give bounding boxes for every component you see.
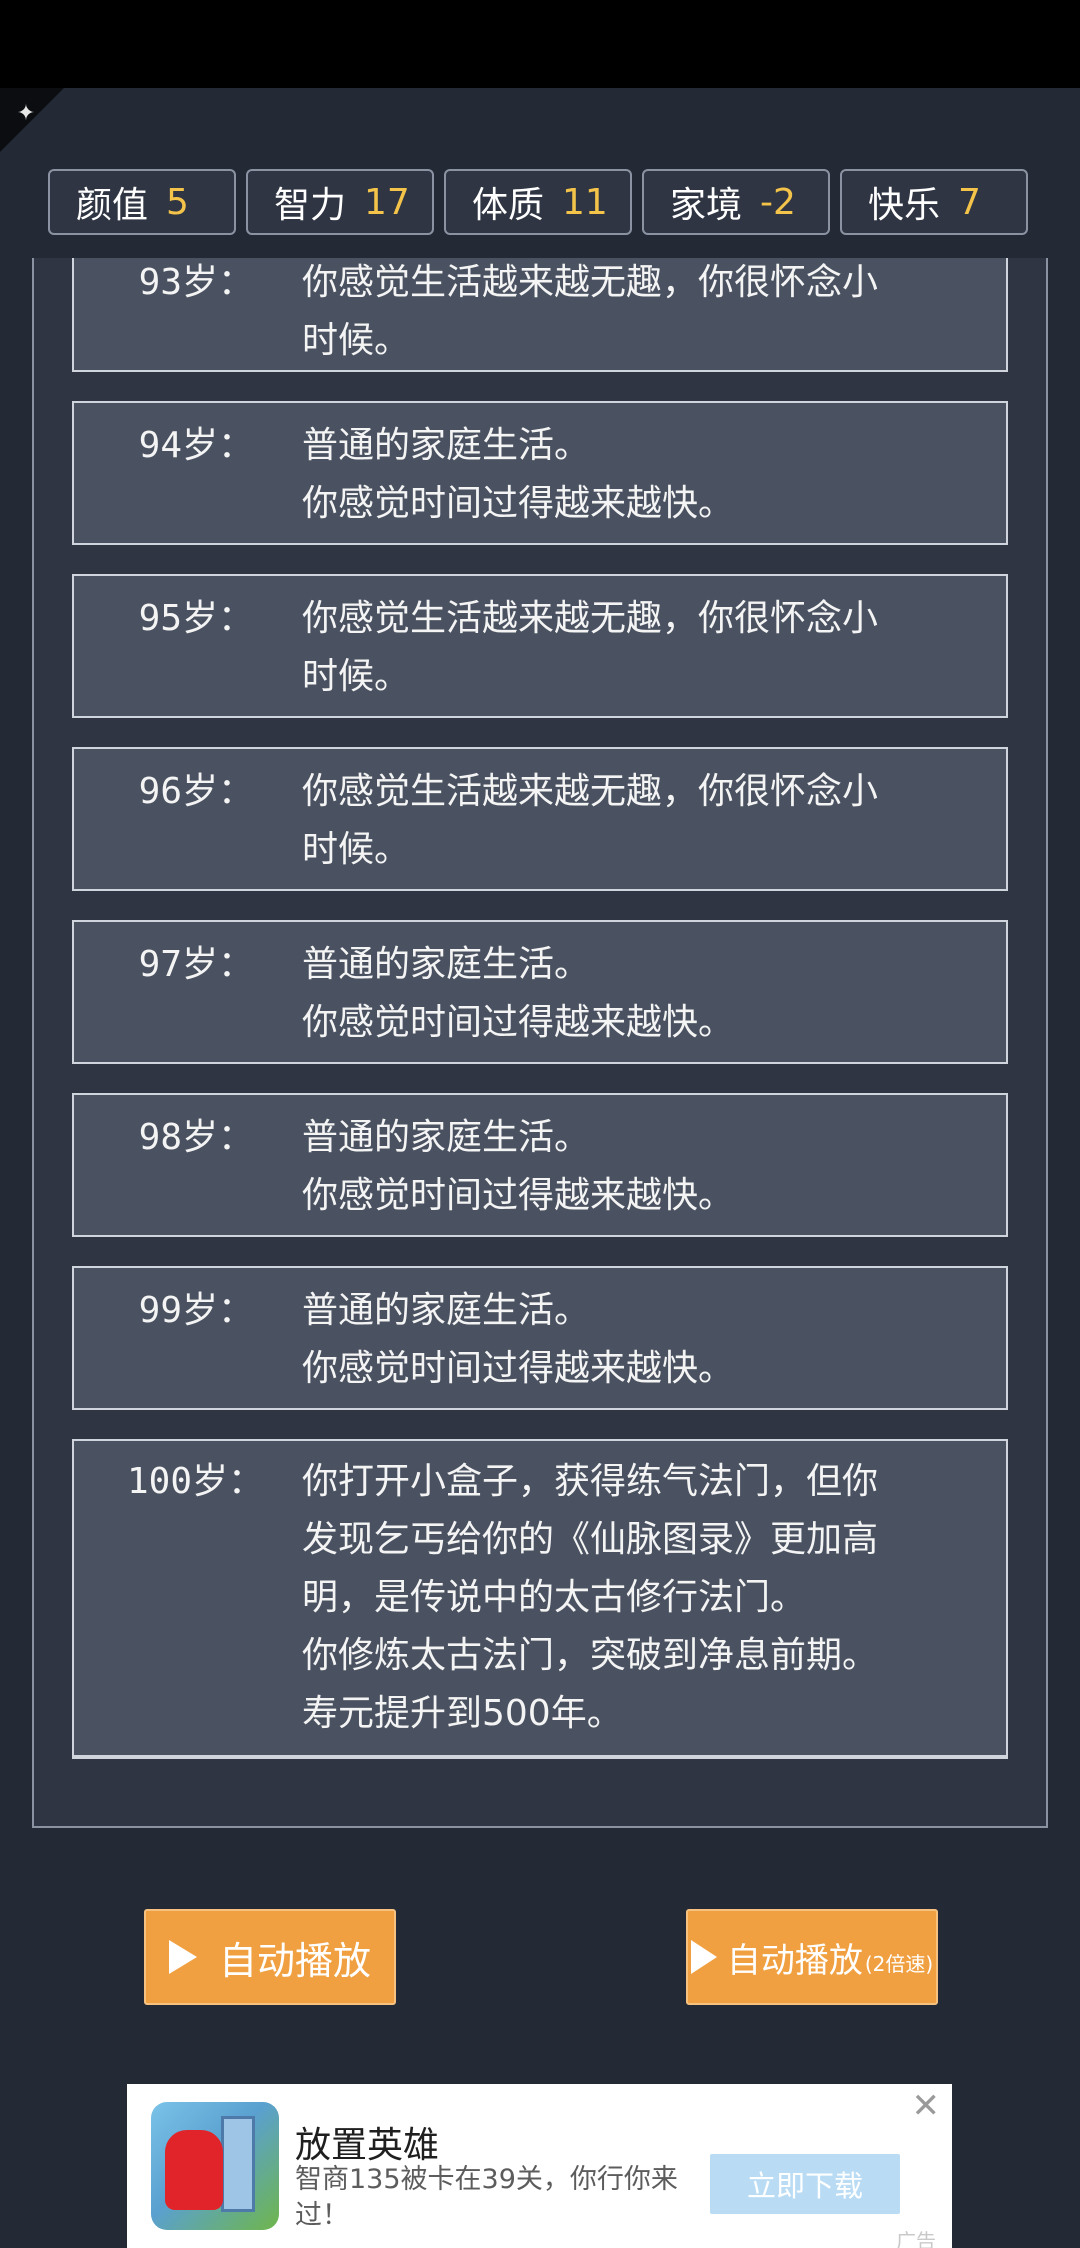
entry-line: 普通的家庭生活。 (302, 425, 591, 466)
game-app-icon (151, 2102, 279, 2230)
entry-line: 你感觉时间过得越来越快。 (302, 1175, 735, 1216)
entry-text: 普通的家庭生活。 你感觉时间过得越来越快。 (302, 417, 966, 533)
list-item-latest: 100岁： 你打开小盒子，获得练气法门，但你 发现乞丐给你的《仙脉图录》更加高 … (72, 1439, 1008, 1759)
entry-age: 93岁： (138, 262, 254, 303)
autoplay-fast-sublabel: (2倍速) (864, 1951, 934, 1976)
entry-text: 你感觉生活越来越无趣，你很怀念小 时候。 (302, 258, 966, 370)
stat-intelligence: 智力 17 (246, 169, 434, 235)
entry-age: 94岁： (138, 425, 254, 466)
entry-text: 普通的家庭生活。 你感觉时间过得越来越快。 (302, 936, 966, 1052)
autoplay-label: 自动播放 (218, 1938, 371, 1983)
list-item: 94岁： 普通的家庭生活。 你感觉时间过得越来越快。 (72, 401, 1008, 545)
red-hero-icon (165, 2130, 223, 2210)
stat-label: 颜值 (76, 185, 149, 226)
stat-constitution: 体质 11 (444, 169, 632, 235)
stat-value: -2 (760, 181, 796, 223)
ad-banner[interactable]: 放置英雄 智商135被卡在39关，你行你来过！ 立即下载 ✕ 广告 (127, 2084, 952, 2248)
stat-value: 11 (562, 181, 608, 223)
entry-line: 你打开小盒子，获得练气法门，但你 (302, 1461, 879, 1502)
entry-line: 你感觉生活越来越无趣，你很怀念小 (302, 598, 879, 639)
stat-value: 17 (364, 181, 410, 223)
attribute-bar: 颜值 5 智力 17 体质 11 家境 -2 快乐 7 (48, 169, 1032, 237)
list-item: 95岁： 你感觉生活越来越无趣，你很怀念小 时候。 (72, 574, 1008, 718)
entry-line: 时候。 (302, 656, 411, 697)
stat-value: 5 (166, 181, 189, 223)
entry-line: 普通的家庭生活。 (302, 1290, 591, 1331)
play-icon (168, 1940, 197, 1974)
entry-age: 95岁： (138, 598, 254, 639)
entry-line: 普通的家庭生活。 (302, 1117, 591, 1158)
tower-icon (221, 2116, 255, 2212)
entry-text: 普通的家庭生活。 你感觉时间过得越来越快。 (302, 1282, 966, 1398)
settings-corner-icon[interactable]: ✦ (12, 100, 40, 128)
entry-age: 98岁： (138, 1117, 254, 1158)
autoplay-fast-label: 自动播放 (726, 1940, 863, 1981)
close-icon[interactable]: ✕ (912, 2084, 941, 2128)
entry-text: 普通的家庭生活。 你感觉时间过得越来越快。 (302, 1109, 966, 1225)
stat-appearance: 颜值 5 (48, 169, 236, 235)
ad-tag: 广告 (896, 2229, 936, 2248)
entry-age: 97岁： (138, 944, 254, 985)
autoplay-fast-button[interactable]: 自动播放 (2倍速) (686, 1909, 938, 2005)
stat-happiness: 快乐 7 (840, 169, 1028, 235)
entry-age: 100岁： (126, 1461, 264, 1502)
stat-label: 智力 (274, 185, 347, 226)
entry-line: 你感觉生活越来越无趣，你很怀念小 (302, 771, 879, 812)
entry-line: 时候。 (302, 320, 411, 361)
entry-line: 你修炼太古法门，突破到净息前期。 (302, 1635, 879, 1676)
entry-line: 你感觉生活越来越无趣，你很怀念小 (302, 262, 879, 303)
entry-line: 时候。 (302, 829, 411, 870)
entry-age: 99岁： (138, 1290, 254, 1331)
stat-label: 快乐 (868, 185, 941, 226)
entry-line: 你感觉时间过得越来越快。 (302, 1348, 735, 1389)
entry-text: 你感觉生活越来越无趣，你很怀念小 时候。 (302, 763, 966, 879)
life-log-list[interactable]: 93岁： 你感觉生活越来越无趣，你很怀念小 时候。 94岁： 普通的家庭生活。 … (72, 258, 1008, 1778)
stat-label: 家境 (670, 185, 743, 226)
ad-title: 放置英雄 (295, 2125, 440, 2166)
entry-text: 你打开小盒子，获得练气法门，但你 发现乞丐给你的《仙脉图录》更加高 明，是传说中… (302, 1453, 966, 1743)
autoplay-button[interactable]: 自动播放 (144, 1909, 396, 2005)
entry-text: 你感觉生活越来越无趣，你很怀念小 时候。 (302, 590, 966, 706)
list-item: 97岁： 普通的家庭生活。 你感觉时间过得越来越快。 (72, 920, 1008, 1064)
entry-line: 明，是传说中的太古修行法门。 (302, 1577, 807, 1618)
list-item: 93岁： 你感觉生活越来越无趣，你很怀念小 时候。 (72, 258, 1008, 372)
play-icon (690, 1940, 717, 1974)
entry-age: 96岁： (138, 771, 254, 812)
ad-description: 智商135被卡在39关，你行你来过！ (295, 2164, 678, 2231)
stat-family: 家境 -2 (642, 169, 830, 235)
list-item: 96岁： 你感觉生活越来越无趣，你很怀念小 时候。 (72, 747, 1008, 891)
entry-line: 你感觉时间过得越来越快。 (302, 483, 735, 524)
status-bar (0, 0, 1080, 88)
stat-value: 7 (958, 181, 981, 223)
entry-line: 普通的家庭生活。 (302, 944, 591, 985)
download-button[interactable]: 立即下载 (710, 2154, 900, 2214)
list-item: 98岁： 普通的家庭生活。 你感觉时间过得越来越快。 (72, 1093, 1008, 1237)
stat-label: 体质 (472, 185, 545, 226)
entry-line: 发现乞丐给你的《仙脉图录》更加高 (302, 1519, 879, 1560)
list-item: 99岁： 普通的家庭生活。 你感觉时间过得越来越快。 (72, 1266, 1008, 1410)
entry-line: 寿元提升到500年。 (302, 1693, 623, 1734)
entry-line: 你感觉时间过得越来越快。 (302, 1002, 735, 1043)
